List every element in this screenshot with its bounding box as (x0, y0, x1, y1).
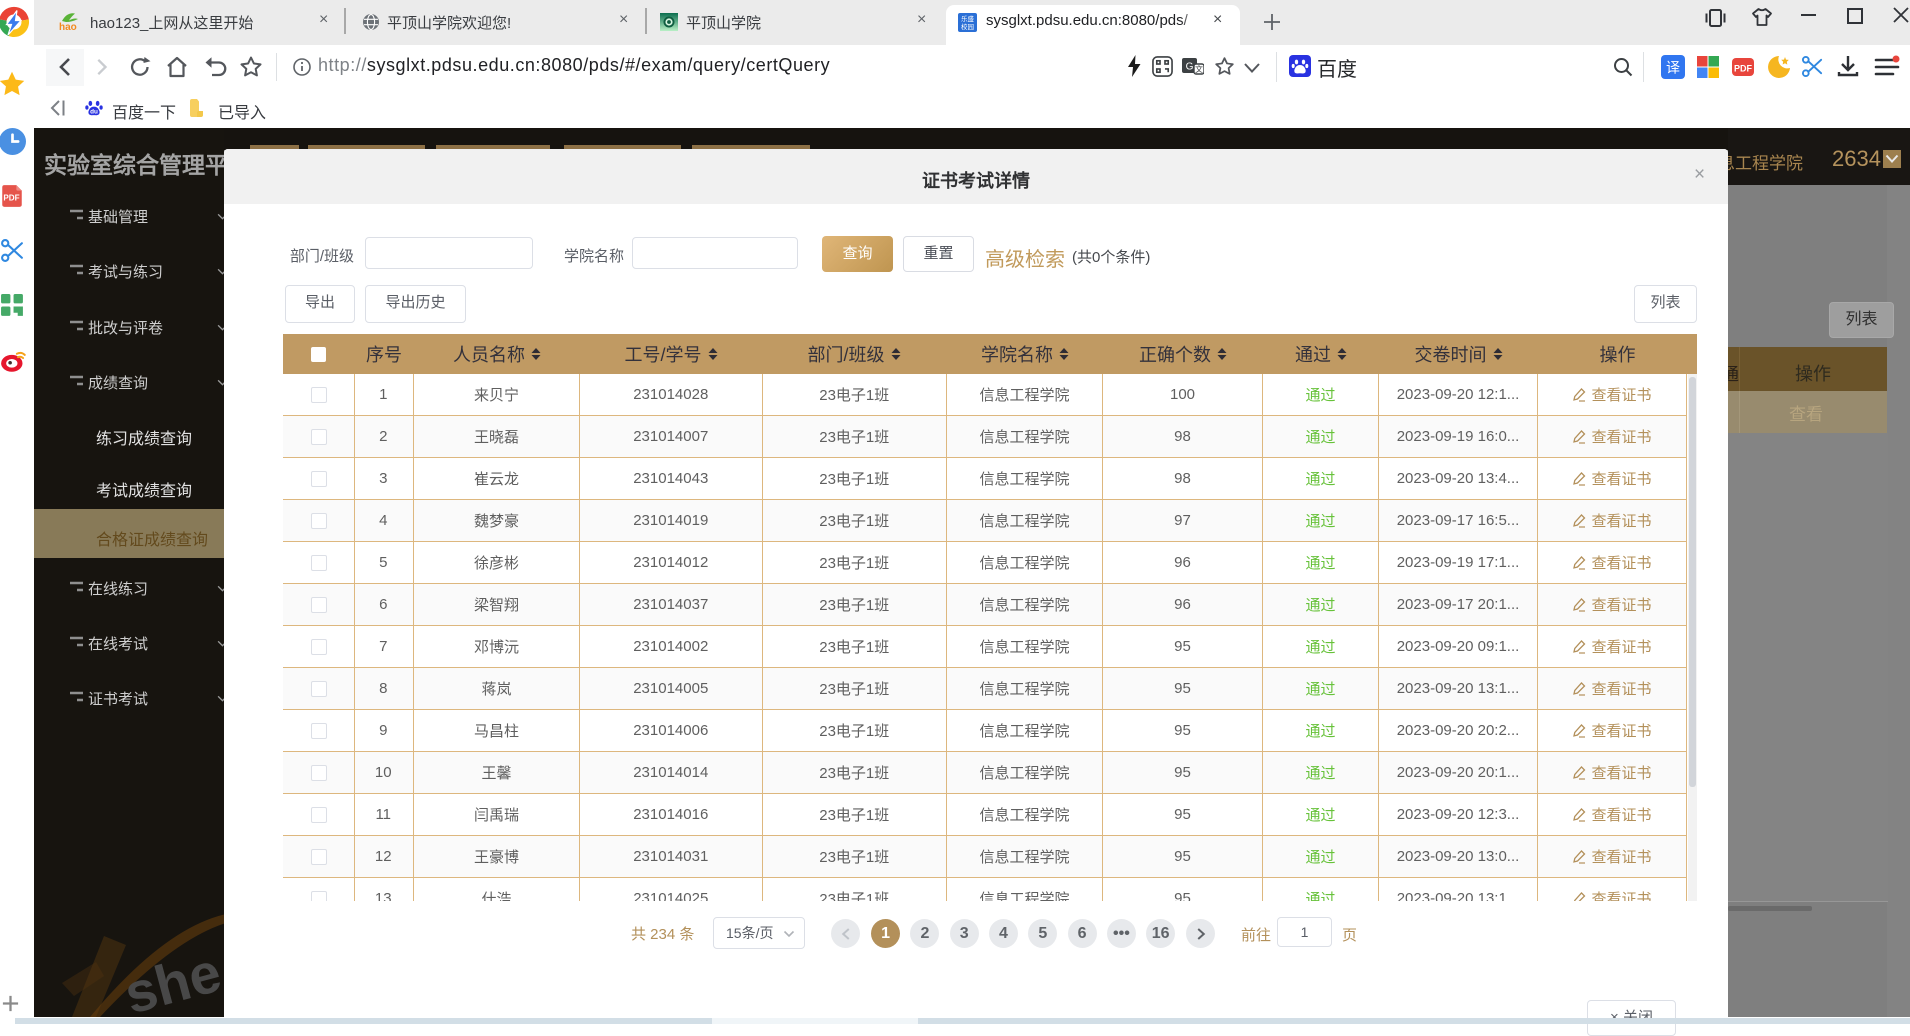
svg-text:she: she (118, 940, 224, 1017)
svg-text:G: G (1186, 62, 1194, 73)
svg-text:hao: hao (59, 22, 77, 32)
svg-text:乐盛: 乐盛 (961, 14, 975, 23)
svg-text:PDF: PDF (3, 193, 19, 202)
svg-text:文: 文 (1195, 64, 1203, 74)
svg-text:PDF: PDF (1734, 64, 1753, 74)
svg-text:校园: 校园 (961, 22, 974, 31)
svg-text:du: du (90, 108, 98, 115)
svg-text:译: 译 (1666, 60, 1680, 76)
